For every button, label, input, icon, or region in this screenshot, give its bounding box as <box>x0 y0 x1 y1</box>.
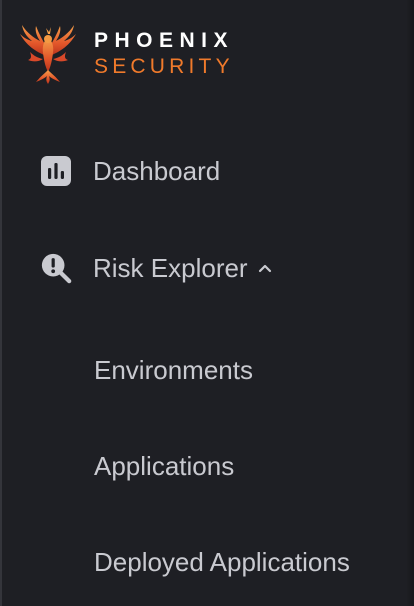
nav-item-label: Dashboard <box>93 155 221 186</box>
brand-wordmark: PHOENIX SECURITY <box>94 30 234 77</box>
nav-item-label: Risk Explorer <box>93 252 248 283</box>
brand-tagline: SECURITY <box>94 54 234 78</box>
bar-chart-icon <box>40 155 72 187</box>
sub-item-environments[interactable]: Environments <box>94 355 253 386</box>
sidebar-edge-shadow <box>406 0 414 606</box>
sidebar: PHOENIX SECURITY Dashboard Risk Explorer <box>0 0 414 606</box>
nav-item-risk-explorer[interactable]: Risk Explorer <box>40 252 272 284</box>
phoenix-bird-icon <box>20 25 76 84</box>
brand-name: PHOENIX <box>94 28 235 52</box>
sub-item-applications[interactable]: Applications <box>94 451 234 482</box>
nav-item-dashboard[interactable]: Dashboard <box>40 155 220 187</box>
search-alert-icon <box>40 252 72 284</box>
brand-logo[interactable]: PHOENIX SECURITY <box>16 22 234 84</box>
sub-item-deployed-applications[interactable]: Deployed Applications <box>94 547 350 578</box>
chevron-up-icon[interactable] <box>258 263 272 273</box>
